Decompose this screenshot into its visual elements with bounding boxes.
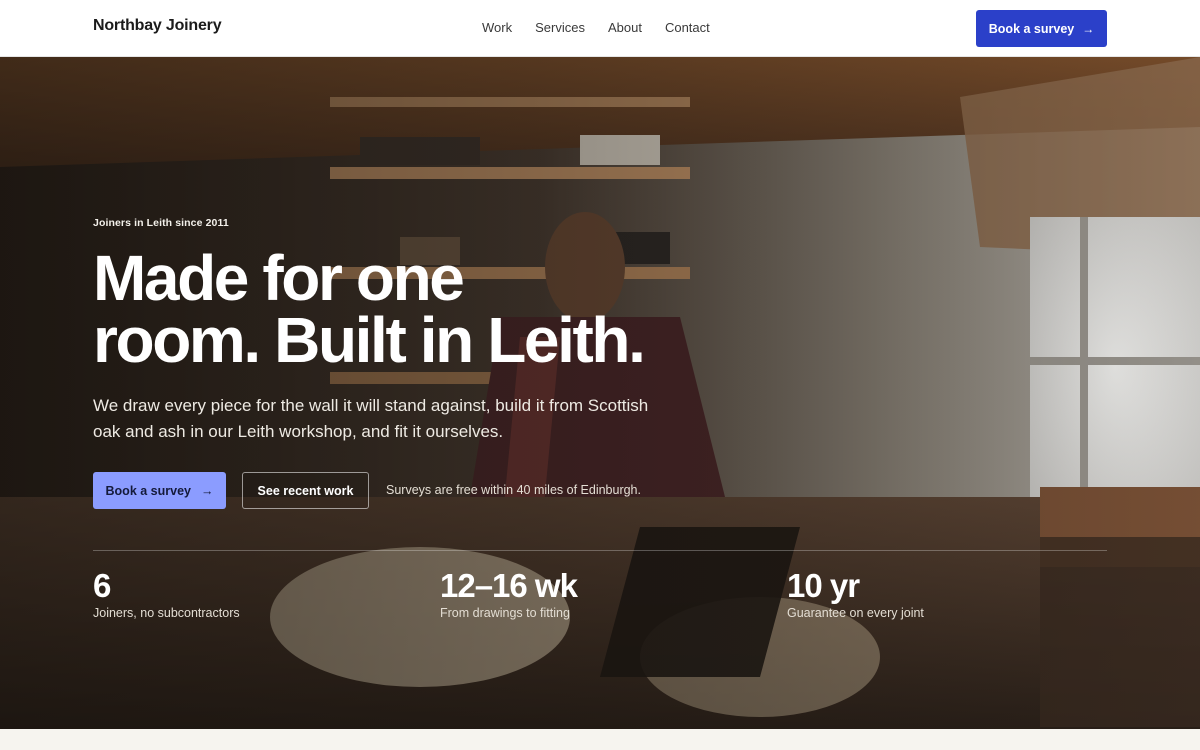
stat-label: Joiners, no subcontractors xyxy=(93,606,240,620)
next-section-edge xyxy=(0,729,1200,750)
nav-link-work[interactable]: Work xyxy=(482,20,512,35)
hero-lede: We draw every piece for the wall it will… xyxy=(93,396,649,441)
hero-headline: Made for one room. Built in Leith. xyxy=(93,246,713,372)
nav-link-about[interactable]: About xyxy=(608,20,642,35)
hero-book-survey-button[interactable]: Book a survey → xyxy=(93,472,226,509)
headline-line-2: room. Built in Leith. xyxy=(93,304,646,376)
stat-value: 12–16 wk xyxy=(440,567,578,604)
stat-value: 10 yr xyxy=(787,567,860,604)
nav-book-survey-label: Book a survey xyxy=(988,21,1075,36)
stat-lead-time: 12–16 wk From drawings to fitting xyxy=(440,567,578,620)
stat-label: Guarantee on every joint xyxy=(787,606,924,620)
see-recent-work-button[interactable]: See recent work xyxy=(242,472,369,509)
stats-divider xyxy=(93,550,1107,551)
stat-value: 6 xyxy=(93,567,111,604)
nav-link-services[interactable]: Services xyxy=(535,20,585,35)
main-nav: Work Services About Contact xyxy=(482,20,710,35)
arrow-right-icon: → xyxy=(200,483,214,498)
stat-guarantee: 10 yr Guarantee on every joint xyxy=(787,567,924,620)
survey-note: Surveys are free within 40 miles of Edin… xyxy=(386,483,641,497)
nav-book-survey-button[interactable]: Book a survey → xyxy=(976,10,1107,47)
hero-eyebrow: Joiners in Leith since 2011 xyxy=(93,217,229,229)
nav-link-contact[interactable]: Contact xyxy=(665,20,710,35)
stat-joiners: 6 Joiners, no subcontractors xyxy=(93,567,240,620)
brand-logo[interactable]: Northbay Joinery xyxy=(93,17,222,35)
stat-label: From drawings to fitting xyxy=(440,606,570,620)
hero-book-survey-label: Book a survey xyxy=(105,483,191,498)
top-nav: Northbay Joinery Work Services About Con… xyxy=(0,0,1200,57)
hero-section: Joiners in Leith since 2011 Made for one… xyxy=(0,57,1200,729)
arrow-right-icon: → xyxy=(1082,21,1095,36)
